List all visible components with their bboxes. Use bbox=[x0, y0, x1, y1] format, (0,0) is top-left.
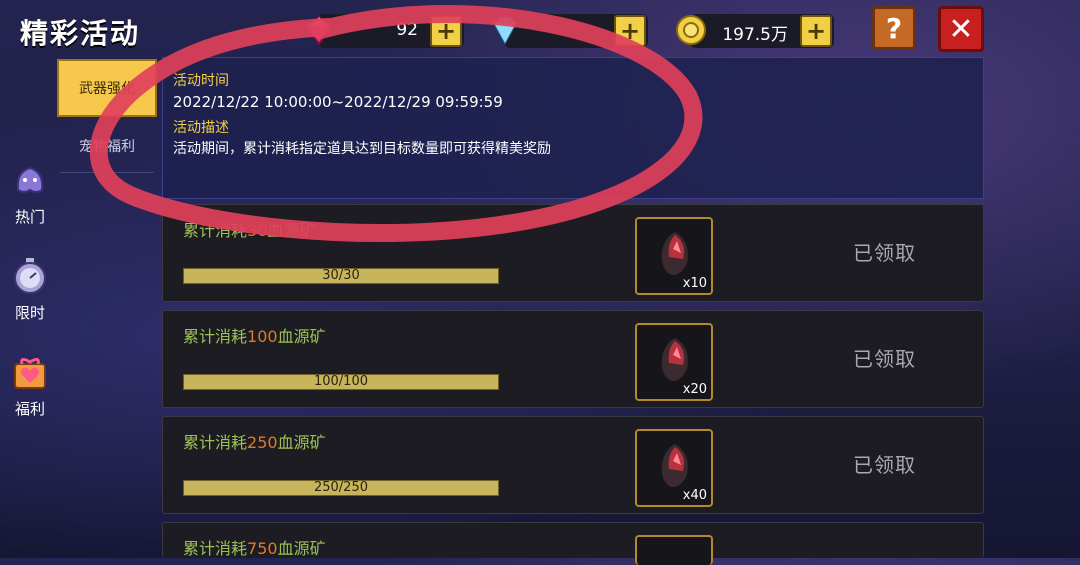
tab-label: 宠物福利 bbox=[79, 139, 135, 155]
blood-ore-icon bbox=[661, 338, 688, 382]
activity-desc-label: 活动描述 bbox=[173, 120, 229, 136]
task-target: 100 bbox=[247, 327, 278, 346]
sidebar-item-label: 限时 bbox=[14, 304, 45, 322]
progress-bar: 100/100 bbox=[183, 374, 499, 390]
help-button[interactable]: ? bbox=[872, 6, 916, 50]
tab-label: 武器强化 bbox=[79, 81, 135, 97]
task-row: 累计消耗100血源矿 100/100 x20 已领取 bbox=[162, 310, 984, 408]
plus-icon: + bbox=[435, 17, 457, 45]
task-target: 30 bbox=[247, 221, 268, 240]
progress-text: 30/30 bbox=[322, 268, 360, 283]
add-pink-gem-button[interactable]: + bbox=[430, 15, 462, 47]
blood-ore-icon bbox=[661, 232, 688, 276]
reward-count: x20 bbox=[682, 382, 707, 397]
sidebar-item-label: 热门 bbox=[14, 208, 45, 226]
claimed-status: 已领取 bbox=[853, 241, 916, 265]
close-icon: ✕ bbox=[948, 11, 974, 47]
plus-icon: + bbox=[619, 17, 641, 45]
task-prefix: 累计消耗 bbox=[183, 539, 248, 558]
task-name: 累计消耗30血源矿 bbox=[183, 217, 315, 241]
sidebar-item-hot[interactable]: 热门 bbox=[4, 160, 56, 227]
add-gold-button[interactable]: + bbox=[800, 15, 832, 47]
claimed-status: 已领取 bbox=[853, 347, 916, 371]
resource-gold: 197.5万 + bbox=[676, 14, 834, 48]
task-row: 累计消耗750血源矿 bbox=[162, 522, 984, 565]
gold-coin-icon bbox=[676, 15, 706, 45]
progress-bar: 30/30 bbox=[183, 268, 499, 284]
task-row: 累计消耗250血源矿 250/250 x40 已领取 bbox=[162, 416, 984, 514]
task-name: 累计消耗250血源矿 bbox=[183, 429, 326, 453]
diamond-icon bbox=[492, 16, 518, 46]
sidebar-item-welfare[interactable]: 福利 bbox=[4, 352, 56, 419]
reward-slot[interactable]: x40 bbox=[635, 429, 713, 507]
reward-slot[interactable] bbox=[635, 535, 713, 565]
reward-count: x10 bbox=[682, 276, 707, 291]
stopwatch-icon bbox=[14, 258, 46, 294]
add-diamond-button[interactable]: + bbox=[614, 15, 646, 47]
task-item: 血源矿 bbox=[277, 539, 326, 558]
tab-pet-welfare[interactable]: 宠物福利 bbox=[57, 128, 157, 164]
progress-text: 250/250 bbox=[313, 480, 368, 495]
task-prefix: 累计消耗 bbox=[183, 433, 248, 452]
activity-info-panel: 活动时间 2022/12/22 10:00:00~2022/12/29 09:5… bbox=[162, 57, 984, 199]
reward-slot[interactable]: x20 bbox=[635, 323, 713, 401]
hot-ghost-icon bbox=[16, 166, 44, 193]
reward-slot[interactable]: x10 bbox=[635, 217, 713, 295]
task-prefix: 累计消耗 bbox=[183, 221, 248, 240]
resource-value: 92 bbox=[396, 20, 418, 40]
task-row: 累计消耗30血源矿 30/30 x10 已领取 bbox=[162, 204, 984, 302]
sidebar-item-limited[interactable]: 限时 bbox=[4, 256, 56, 323]
activity-desc-value: 活动期间，累计消耗指定道具达到目标数量即可获得精美奖励 bbox=[173, 141, 551, 157]
blood-ore-icon bbox=[661, 444, 688, 488]
task-target: 250 bbox=[247, 433, 278, 452]
task-name: 累计消耗100血源矿 bbox=[183, 323, 326, 347]
task-target: 750 bbox=[247, 539, 278, 558]
progress-text: 100/100 bbox=[313, 374, 368, 389]
divider bbox=[60, 172, 154, 173]
tab-weapon-upgrade[interactable]: 武器强化 bbox=[57, 59, 157, 117]
activity-time-value: 2022/12/22 10:00:00~2022/12/29 09:59:59 bbox=[173, 93, 503, 111]
pink-gem-icon bbox=[304, 15, 334, 46]
claimed-status: 已领取 bbox=[853, 453, 916, 477]
close-button[interactable]: ✕ bbox=[938, 6, 984, 52]
task-item: 血源矿 bbox=[277, 433, 326, 452]
task-item: 血源矿 bbox=[267, 221, 316, 240]
page-title: 精彩活动 bbox=[20, 17, 141, 50]
task-item: 血源矿 bbox=[277, 327, 326, 346]
activity-time-label: 活动时间 bbox=[173, 73, 229, 89]
progress-bar: 250/250 bbox=[183, 480, 499, 496]
reward-count: x40 bbox=[682, 488, 707, 503]
resource-value: 197.5万 bbox=[722, 25, 788, 45]
question-icon: ? bbox=[885, 11, 903, 45]
resource-pink-gem: 92 + bbox=[304, 14, 464, 48]
task-name: 累计消耗750血源矿 bbox=[183, 535, 326, 559]
gift-heart-icon bbox=[14, 357, 46, 389]
resource-diamond: + bbox=[492, 14, 648, 48]
plus-icon: + bbox=[805, 17, 827, 45]
task-prefix: 累计消耗 bbox=[183, 327, 248, 346]
sidebar-item-label: 福利 bbox=[14, 400, 45, 418]
